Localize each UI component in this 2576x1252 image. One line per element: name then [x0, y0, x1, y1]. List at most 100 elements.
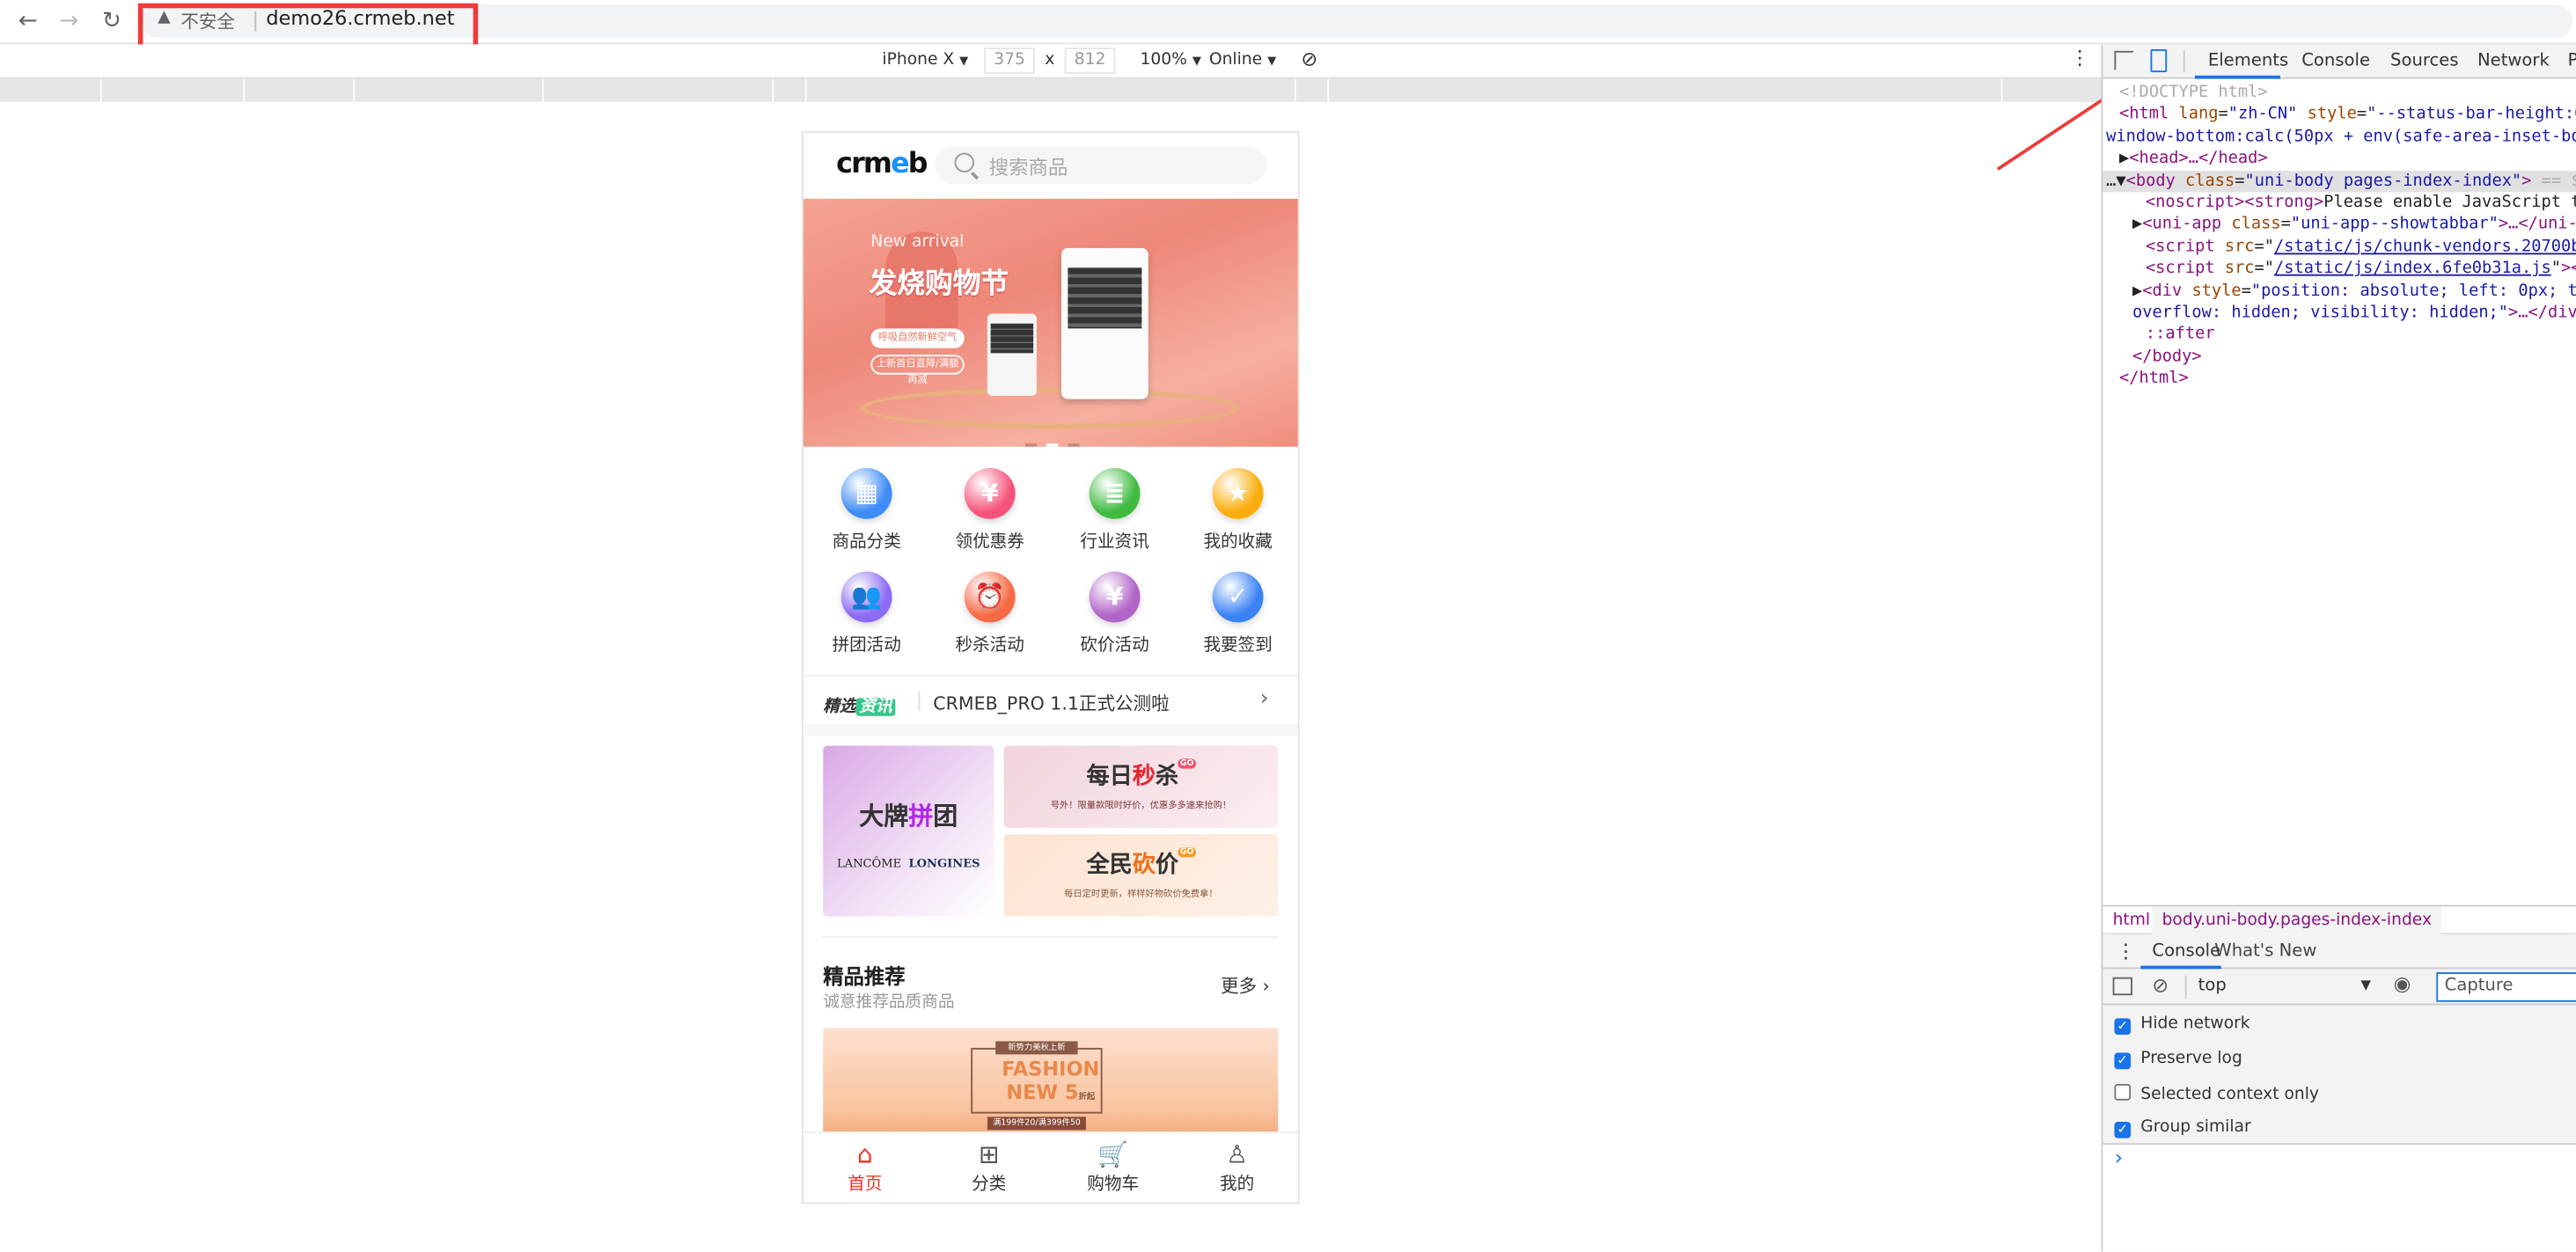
clear-console-icon[interactable]: ⊘: [2152, 974, 2169, 997]
menu-item-label: 秒杀活动: [955, 635, 1024, 655]
air-cooler-image: [1060, 247, 1149, 399]
news-text[interactable]: CRMEB_PRO 1.1正式公测啦: [933, 690, 1169, 716]
code-token: </body>: [2132, 348, 2202, 366]
divider: [243, 78, 246, 102]
divider: [99, 78, 102, 102]
tab-p[interactable]: P: [2568, 51, 2576, 70]
tab-sources[interactable]: Sources: [2390, 51, 2459, 70]
breadcrumb: html body.uni-body.pages-index-index: [2103, 904, 2576, 935]
tab-bar: ⌂ 首页 ⊞ 分类 🛒 购物车 ♙ 我的: [803, 1131, 1298, 1203]
option-group-similar[interactable]: ✓ Group similar: [2114, 1118, 2251, 1139]
menu-item-6[interactable]: ⏰ 秒杀活动: [928, 571, 1052, 657]
menu-item-4[interactable]: ★ 我的收藏: [1177, 468, 1298, 553]
device-toggle-icon[interactable]: [2150, 49, 2168, 73]
device-select[interactable]: iPhone X ▼: [882, 51, 968, 70]
sidebar-toggle-icon[interactable]: [2112, 977, 2132, 996]
menu-item-label: 我的收藏: [1203, 531, 1273, 553]
seckill-tile[interactable]: 每日秒杀 GO 号外！限量款限时好价，优惠多多速来抢购！: [1003, 745, 1279, 828]
tab-3[interactable]: 🛒 购物车: [1052, 1139, 1175, 1196]
code-token: =: [2218, 106, 2228, 124]
dom-node-line[interactable]: <script src="/static/js/index.6fe0b31a.j…: [2103, 258, 2576, 280]
dom-node-line[interactable]: <html lang="zh-CN" style="--status-bar-h…: [2103, 104, 2576, 126]
elements-tree[interactable]: <!DOCTYPE html> <html lang="zh-CN" style=…: [2103, 82, 2576, 390]
inspect-element-icon[interactable]: [2114, 50, 2134, 71]
dom-node-line[interactable]: ::after: [2103, 324, 2576, 346]
chevron-right-icon[interactable]: ›: [1260, 686, 1269, 711]
menu-item-5[interactable]: 👥 拼团活动: [805, 571, 928, 657]
search-input[interactable]: 搜索商品: [935, 146, 1267, 185]
menu-item-2[interactable]: ¥ 领优惠券: [928, 468, 1052, 553]
fashion-banner[interactable]: 新势力美秋上新 FASHION NEW 5折起 满199件20/满399件50: [823, 1028, 1279, 1144]
banner-line: FASHION: [1002, 1058, 1100, 1081]
breadcrumb-html[interactable]: html: [2113, 912, 2151, 930]
checkbox[interactable]: ✓: [2114, 1052, 2132, 1070]
checkbox[interactable]: ✓: [2114, 1018, 2132, 1036]
news-bar[interactable]: 精选 资讯 CRMEB_PRO 1.1正式公测啦 ›: [803, 675, 1298, 724]
context-select[interactable]: top: [2198, 976, 2227, 995]
tab-4[interactable]: ♙ 我的: [1176, 1139, 1298, 1196]
news-logo: 精选 资讯: [823, 692, 896, 716]
arrow-right-icon[interactable]: →: [55, 6, 84, 36]
zoom-select[interactable]: 100% ▼: [1140, 51, 1200, 70]
height-input[interactable]: 812: [1064, 48, 1116, 75]
tab-whats-new[interactable]: What's New: [2214, 941, 2316, 961]
code-token: style: [2307, 106, 2357, 124]
alarm-clock-icon: ⏰: [964, 571, 1016, 623]
carousel-dots[interactable]: [1020, 430, 1084, 451]
code-token: "--status-bar-height:0px; fo: [2367, 106, 2576, 124]
rotate-icon[interactable]: ⊘: [1301, 48, 1317, 70]
more-link[interactable]: 更多 ›: [1221, 972, 1270, 999]
tab-console[interactable]: Console: [2301, 51, 2370, 70]
address-bar[interactable]: [141, 4, 2573, 38]
dom-node-line[interactable]: <!DOCTYPE html>: [2103, 82, 2576, 104]
tab-network[interactable]: Network: [2477, 51, 2550, 70]
dom-node-line[interactable]: ▶<uni-app class="uni-app--showtabbar">…<…: [2103, 214, 2576, 236]
dom-node-line[interactable]: <noscript><strong>Please enable JavaScri…: [2103, 192, 2576, 214]
banner-carousel[interactable]: New arrival 发烧购物节 呼吸自然新鲜空气 上新首日直降/满额再减: [803, 198, 1298, 447]
console-toolbar: ⊘ top ▼ ◉ Capture: [2103, 969, 2576, 1006]
reload-icon[interactable]: ↻: [97, 6, 127, 36]
dom-node-line[interactable]: ▶<head>…</head>: [2103, 148, 2576, 170]
code-token: <head>…</head>: [2129, 150, 2268, 168]
dom-node-line[interactable]: </html>: [2103, 368, 2576, 390]
tab-1[interactable]: ⌂ 首页: [804, 1139, 927, 1196]
menu-item-1[interactable]: ▦ 商品分类: [805, 468, 928, 553]
arrow-left-icon[interactable]: ←: [13, 6, 43, 36]
filter-input[interactable]: Capture: [2436, 972, 2576, 1002]
devtools-panel: Elements Console Sources Network P <!DOCTYPE…: [2101, 44, 2576, 1252]
breadcrumb-body[interactable]: body.uni-body.pages-index-index: [2152, 906, 2442, 935]
eye-icon[interactable]: ◉: [2394, 972, 2411, 995]
caret-down-icon[interactable]: ▼: [2360, 977, 2370, 992]
divider: [803, 724, 1298, 736]
network-select[interactable]: Online ▼: [1209, 51, 1276, 70]
dom-node-line[interactable]: overflow: hidden; visibility: hidden;">……: [2103, 302, 2576, 324]
tile-title: 大牌拼团: [859, 801, 958, 831]
menu-item-7[interactable]: ¥ 砍价活动: [1053, 571, 1177, 657]
menu-item-3[interactable]: ≣ 行业资讯: [1053, 468, 1177, 553]
option-hide-network[interactable]: ✓ Hide network: [2114, 1015, 2250, 1036]
section-title: 精品推荐: [823, 963, 906, 989]
checkbox[interactable]: ✓: [2114, 1121, 2132, 1139]
more-tabs-icon[interactable]: ⋮: [2116, 940, 2135, 963]
width-input[interactable]: 375: [984, 48, 1036, 75]
group-buy-tile[interactable]: 大牌拼团 LANCÔME LONGINES: [823, 745, 994, 917]
section-subtitle: 诚意推荐品质商品: [823, 993, 955, 1012]
bargain-tile[interactable]: 全民砍价 GO 每日定时更新，样样好物砍价免费拿！: [1003, 834, 1279, 917]
code-token: ▶: [2119, 150, 2130, 168]
dom-node-line[interactable]: <script src="/static/js/chunk-vendors.20…: [2103, 236, 2576, 258]
crmeb-logo[interactable]: crmeb: [836, 148, 928, 180]
dom-node-line[interactable]: …▼<body class="uni-body pages-index-inde…: [2103, 170, 2576, 193]
dom-node-line[interactable]: ▶<div style="position: absolute; left: 0…: [2103, 280, 2576, 302]
tab-elements[interactable]: Elements: [2208, 51, 2288, 70]
checkbox[interactable]: [2114, 1084, 2132, 1101]
caret-down-icon: ▼: [959, 54, 969, 68]
menu-item-8[interactable]: ✓ 我要签到: [1177, 571, 1298, 657]
tab-console[interactable]: Console: [2152, 941, 2220, 961]
media-query-bar[interactable]: [0, 78, 2102, 102]
option-selected-context-only[interactable]: Selected context only: [2114, 1084, 2319, 1103]
option-preserve-log[interactable]: ✓ Preserve log: [2114, 1050, 2242, 1070]
console-prompt[interactable]: ›: [2103, 1143, 2576, 1252]
dom-node-line[interactable]: window-bottom:calc(50px + env(safe-area-…: [2103, 126, 2576, 148]
dom-node-line[interactable]: </body>: [2103, 346, 2576, 368]
tab-2[interactable]: ⊞ 分类: [928, 1139, 1051, 1196]
